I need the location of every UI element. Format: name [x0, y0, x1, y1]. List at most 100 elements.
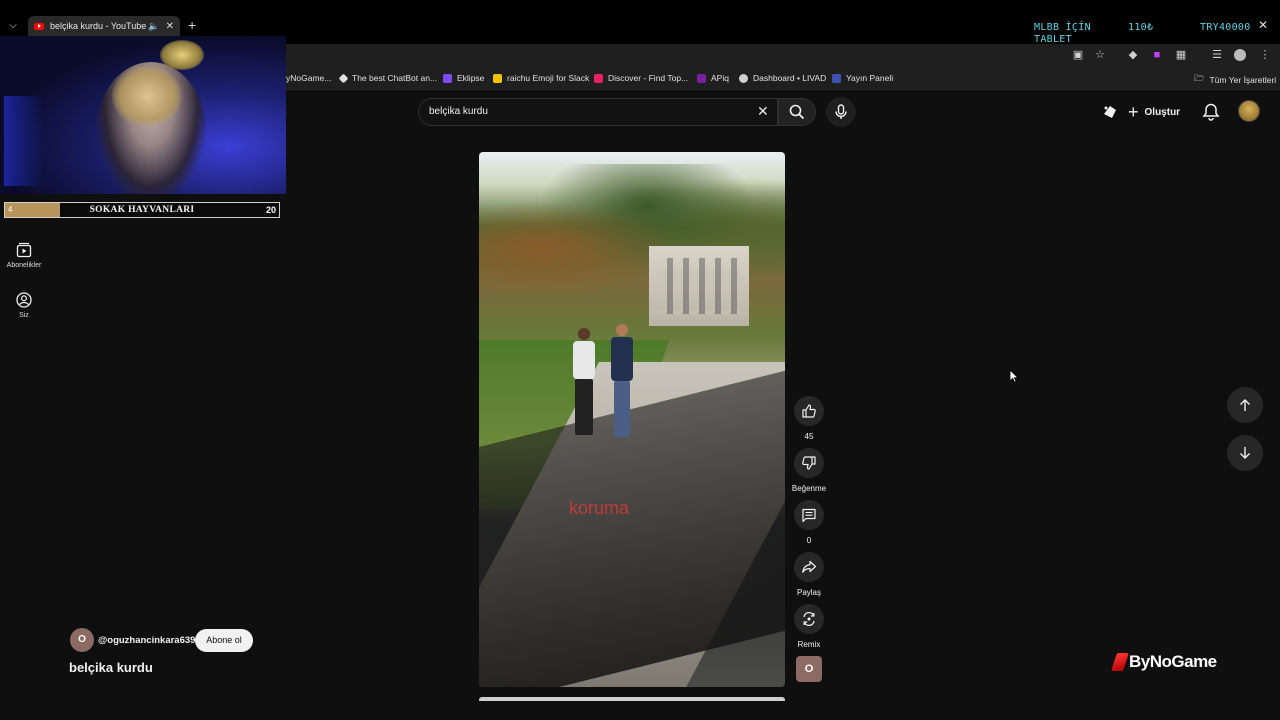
bookmark-item[interactable]: Yayın Paneli — [832, 73, 893, 83]
tab-audio-icon[interactable]: 🔈 — [148, 21, 159, 32]
donation-goal-target: 20 — [265, 205, 276, 215]
youtube-favicon-icon — [34, 22, 44, 30]
media-control-icon[interactable]: ☰ — [1210, 48, 1224, 62]
like-button[interactable]: 45 — [794, 396, 824, 441]
subscribe-button[interactable]: Abone ol — [195, 629, 253, 652]
overlay-goal-target: TRY40000 — [1200, 22, 1251, 33]
channel-thumbnail[interactable]: O — [796, 656, 822, 682]
bookmark-star-icon[interactable]: ☆ — [1093, 48, 1107, 62]
webcam-background-light — [4, 96, 44, 186]
remix-icon — [803, 611, 815, 627]
thumbs-up-icon — [802, 404, 816, 418]
video-caption: koruma — [569, 498, 630, 518]
create-button[interactable]: + Oluştur — [1128, 100, 1180, 124]
create-label: Oluştur — [1144, 106, 1181, 118]
bookmark-item[interactable]: raichu Emoji for Slack — [493, 73, 589, 83]
bookmark-label: Discover - Find Top... — [608, 73, 689, 83]
like-count: 45 — [804, 432, 814, 441]
bookmark-item[interactable]: yNoGame... — [286, 73, 331, 83]
notifications-bell-icon[interactable] — [1201, 102, 1221, 122]
bynogame-watermark: ByNoGame — [1111, 652, 1217, 672]
dislike-button[interactable]: Beğenme — [792, 448, 826, 493]
arrow-down-icon — [1240, 447, 1250, 459]
install-app-icon[interactable]: ▣ — [1071, 48, 1085, 62]
folder-icon: 🗁 — [1194, 73, 1205, 83]
bookmark-item[interactable]: Eklipse — [443, 73, 484, 83]
voice-search-button[interactable] — [826, 97, 856, 127]
discover-icon — [594, 73, 603, 83]
video-person-left — [571, 328, 597, 438]
video-title[interactable]: belçika kurdu — [69, 660, 153, 675]
channel-avatar[interactable]: O — [70, 628, 94, 652]
previous-video-button[interactable] — [1227, 387, 1263, 423]
bookmark-item[interactable]: APiq — [697, 73, 729, 83]
bookmark-item[interactable]: Dashboard • LIVAD — [739, 73, 826, 83]
search-button[interactable] — [778, 98, 816, 126]
bookmark-item[interactable]: Discover - Find Top... — [594, 73, 688, 83]
window-close-icon[interactable]: ✕ — [1258, 18, 1268, 32]
thumbs-down-icon — [802, 456, 816, 470]
chatbot-icon — [338, 73, 349, 83]
plus-icon: + — [1128, 102, 1139, 122]
comments-button[interactable]: 0 — [794, 500, 824, 545]
remix-button[interactable]: Remix — [794, 604, 824, 649]
sidebar-item-subscriptions[interactable]: Abonelikler — [0, 242, 48, 269]
all-bookmarks-folder[interactable]: 🗁 Tüm Yer İşaretleri — [1194, 73, 1276, 87]
webcam-plush-toy — [160, 40, 204, 70]
extension-diamond-icon[interactable]: ◆ — [1126, 48, 1140, 62]
extension-purple-icon[interactable]: ■ — [1150, 48, 1164, 62]
comment-count: 0 — [806, 536, 812, 545]
webcam-person-hair — [112, 66, 182, 126]
bookmark-label: yNoGame... — [286, 73, 332, 83]
comment-icon — [802, 508, 816, 523]
next-video-button[interactable] — [1227, 435, 1263, 471]
sidebar-item-label: Abonelikler — [6, 262, 42, 269]
dislike-label: Beğenme — [791, 484, 827, 493]
share-label: Paylaş — [796, 588, 821, 597]
channel-handle[interactable]: @oguzhancinkara639 — [98, 635, 195, 646]
livad-icon — [739, 73, 748, 83]
tab-title: belçika kurdu - YouTube — [50, 21, 147, 31]
account-avatar[interactable] — [1238, 100, 1260, 122]
clear-search-icon[interactable]: ✕ — [757, 103, 769, 120]
share-button[interactable]: Paylaş — [794, 552, 824, 597]
bynogame-logo-icon — [1111, 653, 1129, 671]
browser-tab-youtube[interactable]: belçika kurdu - YouTube 🔈 ✕ — [28, 16, 180, 36]
raichu-icon — [493, 73, 502, 83]
share-icon — [802, 560, 817, 573]
browser-menu-icon[interactable]: ⋮ — [1258, 48, 1272, 62]
watermark-text: ByNoGame — [1129, 652, 1217, 671]
apiq-icon — [697, 73, 706, 83]
profile-avatar-icon[interactable] — [1234, 49, 1246, 61]
streamer-webcam-overlay — [0, 36, 286, 194]
search-input[interactable]: belçika kurdu — [429, 106, 488, 117]
search-box[interactable]: belçika kurdu ✕ — [418, 98, 778, 126]
video-person-right — [609, 324, 635, 440]
next-video-preview[interactable] — [479, 697, 785, 701]
sidebar-item-you[interactable]: Siz — [0, 292, 48, 319]
overlay-goal-current: 110₺ — [1128, 22, 1154, 33]
bookmark-label: APiq — [711, 73, 729, 83]
yayin-paneli-icon — [832, 73, 841, 83]
new-tab-button[interactable]: + — [188, 17, 196, 33]
bookmark-label: The best ChatBot an... — [352, 73, 438, 83]
user-icon — [16, 292, 32, 308]
bookmark-item[interactable]: The best ChatBot an... — [338, 73, 438, 83]
overlay-goal-text: MLBB İÇİN TABLET — [1034, 22, 1091, 45]
donation-goal-bar: 4 SOKAK HAYVANLARI 20 — [4, 202, 280, 218]
sidebar-item-label: Siz — [19, 312, 29, 319]
tab-search-menu[interactable]: ⌵ — [4, 17, 22, 35]
bookmark-label: Eklipse — [457, 73, 485, 83]
arrow-up-icon — [1240, 399, 1250, 411]
youtube-create-sparkle-icon[interactable] — [1100, 102, 1120, 122]
bookmark-label: Yayın Paneli — [846, 73, 894, 83]
extensions-puzzle-icon[interactable]: ▦ — [1174, 48, 1188, 62]
eklipse-icon — [443, 73, 452, 83]
remix-label: Remix — [797, 640, 821, 649]
microphone-icon — [835, 104, 847, 119]
tab-close-icon[interactable]: ✕ — [166, 21, 174, 32]
subscriptions-icon — [16, 242, 32, 258]
all-bookmarks-label: Tüm Yer İşaretleri — [1209, 75, 1277, 85]
shorts-video-player[interactable]: koruma — [479, 152, 785, 687]
mouse-cursor-icon — [1009, 369, 1019, 383]
